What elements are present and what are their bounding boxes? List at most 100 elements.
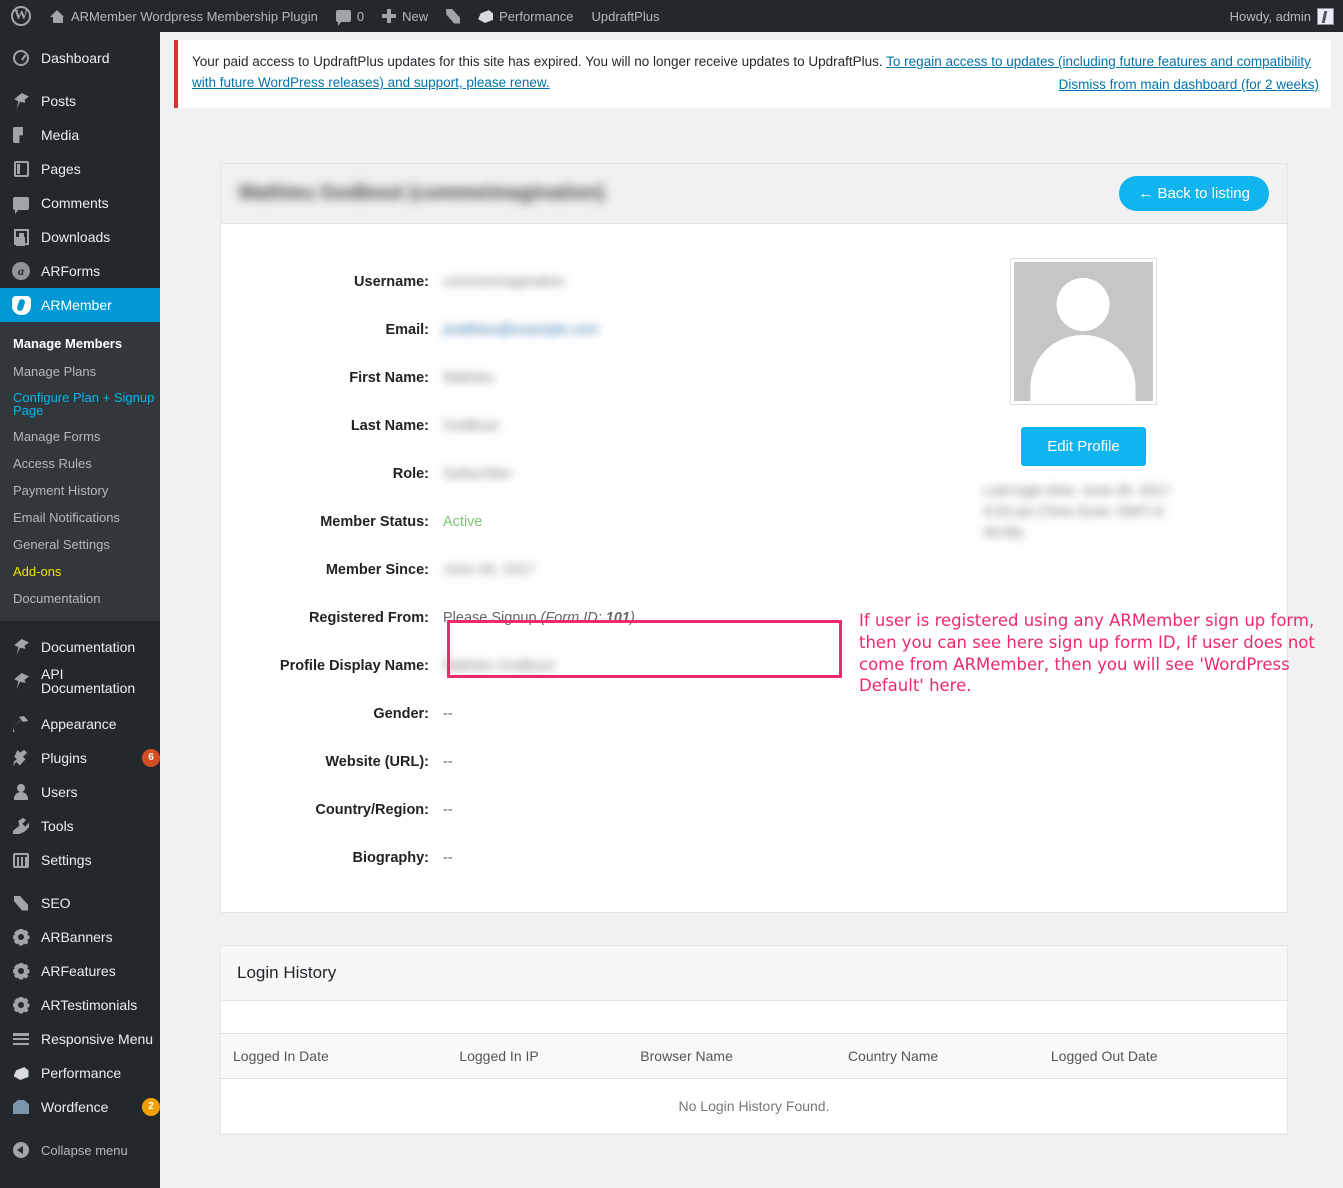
sidebar-item-label: Media <box>41 127 80 143</box>
form-id-label: (Form ID: <box>540 609 602 626</box>
sidebar-item-label: ARForms <box>41 263 101 279</box>
updraftplus-expiry-notice: Your paid access to UpdraftPlus updates … <box>174 40 1331 108</box>
armember-icon <box>11 295 31 315</box>
sidebar-item-label: API Documentation <box>41 666 136 696</box>
pin-icon <box>11 91 31 111</box>
column-logged-in-ip: Logged In IP <box>459 1032 641 1079</box>
performance-menu[interactable]: Performance <box>469 0 582 32</box>
sidebar-item-email-notifications[interactable]: Email Notifications <box>0 504 160 531</box>
login-history-tbody: No Login History Found. <box>221 1078 1287 1134</box>
login-history-panel: Login History Logged In Date Logged In I… <box>220 944 1288 1135</box>
wp-logo-menu[interactable]: W <box>0 0 41 32</box>
sidebar-item-seo[interactable]: SEO <box>0 886 160 920</box>
sidebar-item-settings[interactable]: Settings <box>0 843 160 877</box>
comment-icon <box>11 193 31 214</box>
sidebar-item-arfeatures[interactable]: ARFeatures <box>0 954 160 988</box>
field-label: Last Name: <box>350 417 429 434</box>
sidebar-item-label: SEO <box>41 895 71 911</box>
new-content-menu[interactable]: New <box>373 0 437 32</box>
sidebar-item-label: Plugins <box>41 750 87 766</box>
sidebar-item-manage-members[interactable]: Manage Members <box>0 329 160 358</box>
sidebar-item-responsive-menu[interactable]: Responsive Menu <box>0 1022 160 1056</box>
login-history-table: Logged In Date Logged In IP Browser Name… <box>221 1032 1287 1134</box>
sidebar-item-pages[interactable]: Pages <box>0 152 160 186</box>
sidebar-item-downloads[interactable]: Downloads <box>0 220 160 254</box>
comment-bubble-icon <box>335 10 351 26</box>
field-row-website: Website (URL): -- <box>221 738 880 786</box>
sidebar-item-general-settings[interactable]: General Settings <box>0 531 160 558</box>
field-label: Website (URL): <box>325 753 429 770</box>
sidebar-item-label: Appearance <box>41 716 117 732</box>
sidebar-item-documentation[interactable]: Documentation <box>0 585 160 612</box>
comments-count: 0 <box>356 8 365 24</box>
field-label: Profile Display Name: <box>279 657 429 674</box>
login-history-spacer <box>221 1000 1287 1033</box>
account-menu[interactable]: Howdy, admin <box>1221 0 1343 32</box>
dismiss-notice-link[interactable]: Dismiss from main dashboard (for 2 weeks… <box>1059 77 1319 92</box>
sidebar-item-comments[interactable]: Comments <box>0 186 160 220</box>
yoast-seo-menu[interactable] <box>437 0 469 32</box>
submenu-label: General Settings <box>13 537 110 552</box>
collapse-menu-button[interactable]: Collapse menu <box>0 1133 160 1167</box>
gear-icon <box>11 995 31 1015</box>
field-label: First Name: <box>349 369 429 386</box>
field-label: Registered From: <box>308 609 429 626</box>
performance-icon <box>478 10 494 23</box>
sidebar-item-label: Settings <box>41 852 92 868</box>
sidebar-item-arforms[interactable]: a ARForms <box>0 254 160 288</box>
menu-spacer <box>0 621 160 630</box>
sidebar-item-label: ARFeatures <box>41 963 116 979</box>
field-label: Username: <box>354 273 429 290</box>
settings-icon <box>11 850 31 870</box>
sidebar-item-artestimonials[interactable]: ARTestimonials <box>0 988 160 1022</box>
field-value: commeimagination <box>443 273 565 290</box>
content-area: Your paid access to UpdraftPlus updates … <box>160 32 1343 1188</box>
sidebar-item-add-ons[interactable]: Add-ons <box>0 558 160 585</box>
field-value[interactable]: jmathieu@example.com <box>443 322 599 338</box>
back-to-listing-button[interactable]: ← Back to listing <box>1119 175 1269 211</box>
member-profile-body: Username: commeimagination Email: jmathi… <box>221 224 1287 912</box>
plugin-icon <box>11 748 31 768</box>
sidebar-item-media[interactable]: Media <box>0 118 160 152</box>
field-value: Godbout <box>443 417 499 434</box>
sidebar-item-posts[interactable]: Posts <box>0 84 160 118</box>
updraftplus-menu[interactable]: UpdraftPlus <box>583 0 669 32</box>
sidebar-item-payment-history[interactable]: Payment History <box>0 477 160 504</box>
sidebar-item-label: Tools <box>41 818 74 834</box>
field-value: -- <box>443 705 453 722</box>
pages-icon <box>11 159 31 179</box>
gear-icon <box>11 961 31 981</box>
field-row-first-name: First Name: Mathieu <box>221 354 880 402</box>
sidebar-item-performance[interactable]: Performance <box>0 1056 160 1090</box>
sidebar-item-arbanners[interactable]: ARBanners <box>0 920 160 954</box>
howdy-label: Howdy, admin <box>1229 8 1311 24</box>
field-label: Member Status: <box>320 513 429 530</box>
hamburger-icon <box>11 1029 31 1049</box>
field-value: June 26, 2017 <box>443 561 535 578</box>
sidebar-item-armember[interactable]: ARMember <box>0 288 160 322</box>
media-icon <box>11 125 31 145</box>
empty-message: No Login History Found. <box>221 1078 1287 1134</box>
sidebar-item-appearance[interactable]: Appearance <box>0 707 160 741</box>
sidebar-item-tools[interactable]: Tools <box>0 809 160 843</box>
field-label: Country/Region: <box>315 801 429 818</box>
sidebar-item-label: Responsive Menu <box>41 1031 154 1047</box>
menu-spacer <box>0 75 160 84</box>
sidebar-item-documentation-top[interactable]: Documentation <box>0 630 160 664</box>
comments-menu[interactable]: 0 <box>327 0 373 32</box>
sidebar-item-configure-plan-signup-page[interactable]: Configure Plan + Signup Page <box>0 385 160 423</box>
site-name-menu[interactable]: ARMember Wordpress Membership Plugin <box>41 0 327 32</box>
sidebar-item-access-rules[interactable]: Access Rules <box>0 450 160 477</box>
sidebar-item-plugins[interactable]: Plugins 6 <box>0 741 160 775</box>
field-value: Please Signup (Form ID: 101) <box>443 610 635 626</box>
sidebar-item-manage-plans[interactable]: Manage Plans <box>0 358 160 385</box>
sidebar-item-wordfence[interactable]: Wordfence 2 <box>0 1090 160 1124</box>
sidebar-item-dashboard[interactable]: Dashboard <box>0 41 160 75</box>
sidebar-item-api-documentation[interactable]: API Documentation <box>0 664 160 698</box>
submenu-label: Manage Members <box>13 336 123 351</box>
field-row-country-region: Country/Region: -- <box>221 786 880 834</box>
sidebar-item-manage-forms[interactable]: Manage Forms <box>0 423 160 450</box>
submenu-label: Manage Plans <box>13 364 97 379</box>
sidebar-item-users[interactable]: Users <box>0 775 160 809</box>
edit-profile-button[interactable]: Edit Profile <box>1021 426 1146 466</box>
